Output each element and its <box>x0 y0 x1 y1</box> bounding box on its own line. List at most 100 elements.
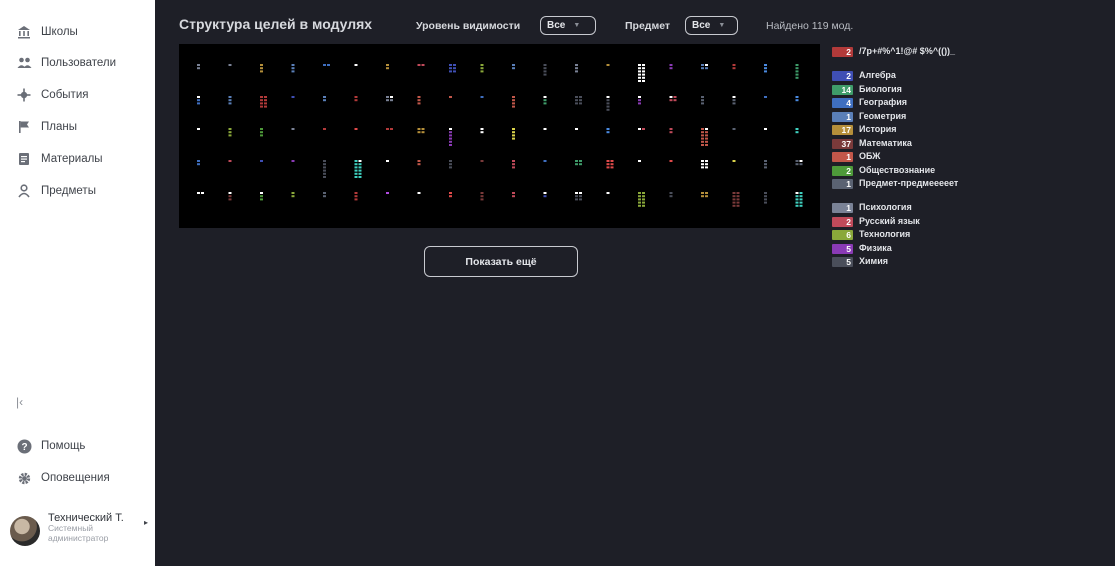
module-glyph[interactable] <box>732 128 736 130</box>
module-glyph[interactable] <box>417 96 421 105</box>
module-glyph[interactable] <box>575 64 578 73</box>
module-glyph[interactable] <box>323 160 326 178</box>
module-glyph[interactable] <box>543 192 547 198</box>
module-glyph[interactable] <box>197 96 200 105</box>
module-glyph[interactable] <box>701 160 708 169</box>
module-glyph[interactable] <box>669 160 673 162</box>
legend-item[interactable]: 14 Биология <box>832 84 1102 98</box>
legend-item[interactable]: 5 Физика <box>832 243 1102 257</box>
legend-item[interactable]: 1 Психология <box>832 202 1102 216</box>
module-glyph[interactable] <box>228 64 232 66</box>
module-glyph[interactable] <box>701 96 704 105</box>
module-glyph[interactable] <box>480 128 484 134</box>
legend-item[interactable]: 1 Предмет-предмееееет <box>832 178 1102 202</box>
module-glyph[interactable] <box>480 64 484 73</box>
module-glyph[interactable] <box>291 96 295 98</box>
module-glyph[interactable] <box>764 96 767 98</box>
legend-item[interactable]: 1 ОБЖ <box>832 151 1102 165</box>
module-glyph[interactable] <box>417 64 425 66</box>
module-glyph[interactable] <box>417 192 421 194</box>
module-glyph[interactable] <box>795 128 799 134</box>
module-glyph[interactable] <box>606 64 610 66</box>
module-glyph[interactable] <box>386 96 393 102</box>
visibility-select[interactable]: Все ▼ <box>540 16 596 35</box>
module-glyph[interactable] <box>669 64 673 70</box>
module-glyph[interactable] <box>575 96 582 105</box>
user-profile[interactable]: Технический Т. Системный администратор ▸ <box>10 512 150 560</box>
module-glyph[interactable] <box>480 96 484 98</box>
module-glyph[interactable] <box>228 192 232 201</box>
module-glyph[interactable] <box>512 128 515 140</box>
module-glyph[interactable] <box>638 96 641 105</box>
module-glyph[interactable] <box>512 64 515 70</box>
legend-item[interactable]: 5 Химия <box>832 256 1102 270</box>
module-glyph[interactable] <box>323 192 326 198</box>
module-glyph[interactable] <box>449 192 452 198</box>
module-glyph[interactable] <box>228 96 232 105</box>
module-glyph[interactable] <box>197 64 200 70</box>
module-glyph[interactable] <box>386 128 393 130</box>
module-glyph[interactable] <box>197 160 200 166</box>
module-glyph[interactable] <box>606 96 610 111</box>
module-glyph[interactable] <box>701 64 708 70</box>
module-glyph[interactable] <box>449 64 456 73</box>
module-glyph[interactable] <box>291 192 295 198</box>
module-glyph[interactable] <box>354 128 358 130</box>
legend-item[interactable]: 2/7p+#%^1!@# $%^(())_ <box>832 46 1102 70</box>
sidebar-item-subjects[interactable]: Предметы <box>16 181 96 201</box>
module-glyph[interactable] <box>575 192 582 201</box>
show-more-button[interactable]: Показать ещё <box>424 246 578 277</box>
module-glyph[interactable] <box>323 96 326 102</box>
module-glyph[interactable] <box>354 160 362 178</box>
module-glyph[interactable] <box>764 160 767 169</box>
legend-item[interactable]: 6 Технология <box>832 229 1102 243</box>
module-glyph[interactable] <box>669 192 673 198</box>
module-glyph[interactable] <box>417 128 425 134</box>
module-glyph[interactable] <box>260 64 263 73</box>
module-glyph[interactable] <box>512 192 515 198</box>
module-glyph[interactable] <box>512 160 515 169</box>
module-glyph[interactable] <box>291 128 295 130</box>
module-glyph[interactable] <box>449 96 452 98</box>
module-glyph[interactable] <box>669 96 677 102</box>
sidebar-item-events[interactable]: События <box>16 85 88 105</box>
module-glyph[interactable] <box>764 128 767 130</box>
module-glyph[interactable] <box>638 160 641 162</box>
legend-item[interactable]: 37 Математика <box>832 138 1102 152</box>
module-glyph[interactable] <box>701 128 708 146</box>
module-glyph[interactable] <box>795 96 799 102</box>
module-glyph[interactable] <box>449 160 452 169</box>
module-glyph[interactable] <box>354 96 358 102</box>
module-glyph[interactable] <box>606 128 610 134</box>
module-glyph[interactable] <box>543 128 547 130</box>
module-glyph[interactable] <box>764 64 767 73</box>
module-glyph[interactable] <box>543 64 547 76</box>
module-glyph[interactable] <box>417 160 421 166</box>
module-glyph[interactable] <box>575 128 578 130</box>
sidebar-item-help[interactable]: ? Помощь <box>16 436 85 456</box>
module-glyph[interactable] <box>795 160 803 166</box>
module-glyph[interactable] <box>449 128 452 146</box>
collapse-sidebar-button[interactable]: |‹ <box>16 395 23 409</box>
module-glyph[interactable] <box>386 192 389 194</box>
module-glyph[interactable] <box>354 192 358 201</box>
module-glyph[interactable] <box>260 160 263 162</box>
module-glyph[interactable] <box>228 160 232 162</box>
module-glyph[interactable] <box>795 64 799 79</box>
module-glyph[interactable] <box>512 96 515 108</box>
module-glyph[interactable] <box>480 192 484 201</box>
module-glyph[interactable] <box>291 160 295 162</box>
legend-item[interactable]: 17 История <box>832 124 1102 138</box>
module-glyph[interactable] <box>732 160 736 162</box>
module-glyph[interactable] <box>732 192 740 207</box>
module-glyph[interactable] <box>606 160 614 169</box>
module-glyph[interactable] <box>291 64 295 73</box>
subject-select[interactable]: Все ▼ <box>685 16 738 35</box>
sidebar-item-notifications[interactable]: Оповещения <box>16 468 110 488</box>
sidebar-item-plans[interactable]: Планы <box>16 117 77 137</box>
sidebar-item-schools[interactable]: Школы <box>16 22 78 42</box>
module-glyph[interactable] <box>480 160 484 162</box>
module-glyph[interactable] <box>795 192 803 207</box>
module-glyph[interactable] <box>386 64 389 70</box>
module-glyph[interactable] <box>764 192 767 204</box>
